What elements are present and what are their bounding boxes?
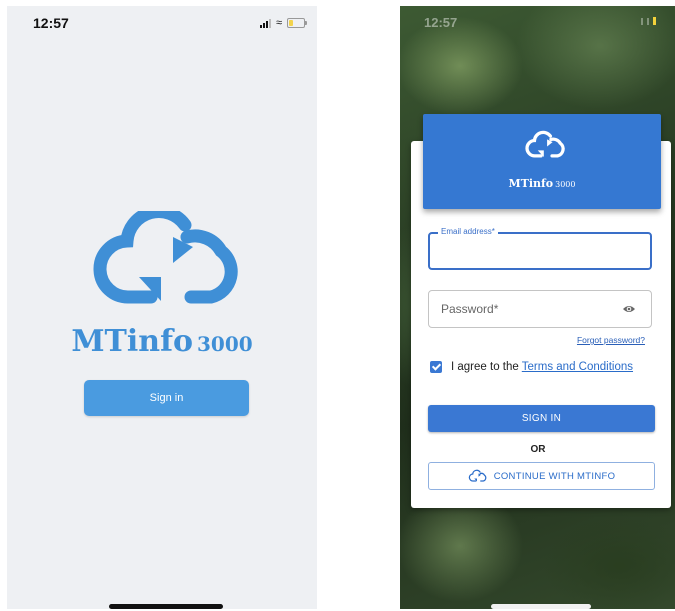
email-label: Email address* [438, 227, 498, 236]
status-time: 12:57 [33, 15, 69, 31]
brand-wordmark: MTinfo 3000 [7, 324, 317, 359]
right-phone-screen: 12:57 MTinfo 3000 Email address* Forgot … [400, 6, 675, 609]
wifi-icon [647, 17, 649, 25]
cloud-sync-icon [93, 211, 238, 304]
brand-banner: MTinfo 3000 [423, 114, 661, 209]
wifi-icon: ≈ [275, 17, 282, 29]
checkbox-icon[interactable] [430, 361, 442, 373]
sign-in-button[interactable]: Sign in [84, 380, 249, 416]
signal-icon [641, 17, 643, 25]
or-divider: OR [530, 444, 546, 455]
email-field[interactable]: Email address* [428, 227, 652, 270]
continue-with-mtinfo-label: CONTINUE WITH MTINFO [493, 470, 616, 482]
forgot-password-link[interactable]: Forgot password? [577, 335, 645, 345]
battery-icon [653, 17, 656, 25]
password-field[interactable] [428, 290, 652, 328]
brand-number: 3000 [555, 180, 576, 189]
brand-number: 3000 [196, 332, 253, 356]
terms-prefix: I agree to the [451, 361, 519, 373]
signal-icon [259, 18, 271, 28]
status-bar: 12:57 ≈ [7, 6, 317, 42]
brand-name: MTinfo [508, 177, 554, 190]
password-input[interactable] [439, 301, 613, 317]
sign-in-button[interactable]: SIGN IN [428, 405, 655, 432]
status-icons [641, 17, 656, 25]
cloud-sync-icon [525, 130, 565, 158]
continue-with-mtinfo-button[interactable]: CONTINUE WITH MTINFO [428, 462, 655, 490]
home-indicator[interactable] [109, 604, 223, 609]
cloud-sync-icon [468, 469, 487, 482]
battery-icon [287, 18, 307, 28]
brand-wordmark: MTinfo 3000 [423, 174, 661, 192]
eye-icon[interactable] [622, 304, 636, 314]
home-indicator[interactable] [491, 604, 591, 609]
brand-name: MTinfo [71, 324, 193, 359]
status-icons: ≈ [259, 17, 307, 29]
left-phone-screen: 12:57 ≈ MTinfo 3000 Sign in [7, 6, 317, 609]
status-time: 12:57 [424, 15, 458, 30]
terms-link[interactable]: Terms and Conditions [522, 361, 633, 373]
email-input[interactable] [438, 243, 642, 259]
status-bar: 12:57 [400, 6, 675, 36]
terms-agreement: I agree to the Terms and Conditions [430, 361, 633, 373]
